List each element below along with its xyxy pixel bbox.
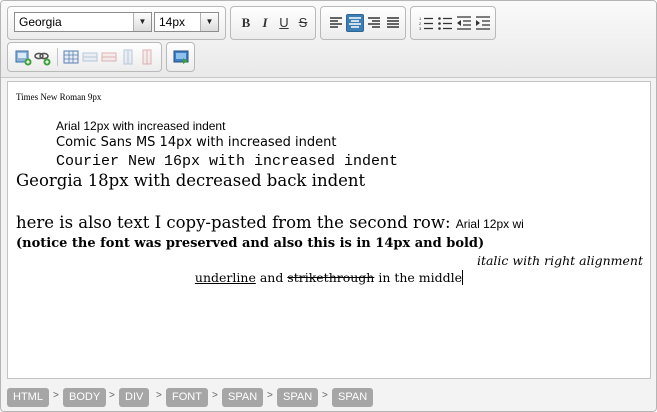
element-path-bar: HTML > BODY > DIV > FONT > SPAN > SPAN >… [1,382,656,411]
insert-column-button[interactable] [119,48,137,66]
path-crumb-body[interactable]: BODY [63,388,107,407]
text-line-courier: Courier New 16px with increased indent [56,153,399,170]
delete-column-button[interactable] [138,48,156,66]
table-row-icon [82,52,98,62]
increase-indent-button[interactable] [474,14,492,32]
align-center-icon [349,17,361,28]
path-crumb-span-2[interactable]: SPAN [277,388,319,407]
delete-row-button[interactable] [100,48,118,66]
strikethrough-button[interactable]: S [294,14,312,32]
path-crumb-div[interactable]: DIV [119,388,150,407]
text-cursor [462,270,464,285]
insert-table-button[interactable] [62,48,80,66]
font-family-select[interactable]: Georgia ▼ [14,12,152,32]
toolbar-separator [57,48,58,66]
align-right-button[interactable] [365,14,383,32]
insert-image-button[interactable] [14,48,32,66]
align-justify-icon [387,17,399,28]
style-group: B I U S [230,6,316,40]
ordered-list-button[interactable]: 123 [417,14,435,32]
svg-text:3: 3 [419,26,422,31]
font-group: Georgia ▼ 14px ▼ [7,6,226,40]
insert-link-button[interactable] [33,48,51,66]
strikethrough-text: strikethrough [287,270,375,285]
ordered-list-icon: 123 [419,16,433,31]
text-line-times: Times New Roman 9px [16,92,102,102]
font-size-select[interactable]: 14px ▼ [154,12,219,32]
path-crumb-html[interactable]: HTML [7,388,49,407]
and-text: and [255,270,288,285]
insert-link-icon [34,52,51,66]
insert-group [7,42,162,72]
align-left-icon [330,17,342,28]
editor-toolbar: Georgia ▼ 14px ▼ B I U S 1 2 3 [1,1,656,78]
text-line-bold-note: (notice the font was preserved and also … [16,236,485,251]
path-crumb-span-3[interactable]: SPAN [332,388,374,407]
chevron-down-icon[interactable]: ▼ [200,13,218,31]
align-right-icon [368,17,380,28]
alignment-group [320,6,406,40]
chevron-down-icon[interactable]: ▼ [133,13,151,31]
path-crumb-font[interactable]: FONT [166,388,208,407]
text-line-center: underline and strikethrough in the middl… [8,270,650,285]
list-group: 123 [410,6,496,40]
chevron-right-icon: > [322,390,328,401]
chevron-right-icon: > [267,390,273,401]
insert-media-icon [173,50,189,64]
chevron-right-icon: > [212,390,218,401]
rich-text-editor: Georgia ▼ 14px ▼ B I U S 1 2 3 Times New… [0,0,657,412]
text-line-arial: Arial 12px with increased indent [56,119,226,133]
indent-icon [476,16,490,30]
insert-table-icon [63,50,79,64]
chevron-right-icon: > [109,390,115,401]
middle-text: in the middle [374,270,463,285]
text-line-pasted: here is also text I copy-pasted from the… [16,213,524,232]
underline-text: underline [194,270,256,285]
bold-button[interactable]: B [237,14,255,32]
table-delete-column-icon [142,49,152,65]
font-family-value: Georgia [19,15,62,29]
unordered-list-icon [438,17,452,30]
chevron-right-icon: > [156,390,162,401]
align-justify-button[interactable] [384,14,402,32]
text-line-italic-right: italic with right alignment [476,253,643,268]
insert-row-button[interactable] [81,48,99,66]
chevron-right-icon: > [53,390,59,401]
align-center-button[interactable] [346,14,364,32]
underline-button[interactable]: U [275,14,293,32]
text-line-georgia: Georgia 18px with decreased back indent [16,171,366,190]
pasted-arial-fragment: Arial 12px wi [455,217,524,231]
media-group [166,42,195,72]
italic-button[interactable]: I [256,14,274,32]
editor-content-area[interactable]: Times New Roman 9px Arial 12px with incr… [7,81,651,379]
pasted-text: here is also text I copy-pasted from the… [16,213,451,232]
insert-image-icon [15,50,32,66]
table-column-icon [123,49,133,65]
decrease-indent-button[interactable] [455,14,473,32]
text-line-comic-sans: Comic Sans MS 14px with increased indent [56,135,337,150]
font-size-value: 14px [159,15,186,29]
outdent-icon [457,16,471,30]
align-left-button[interactable] [327,14,345,32]
unordered-list-button[interactable] [436,14,454,32]
path-crumb-span-1[interactable]: SPAN [222,388,264,407]
insert-media-button[interactable] [172,48,190,66]
table-delete-row-icon [101,52,117,62]
